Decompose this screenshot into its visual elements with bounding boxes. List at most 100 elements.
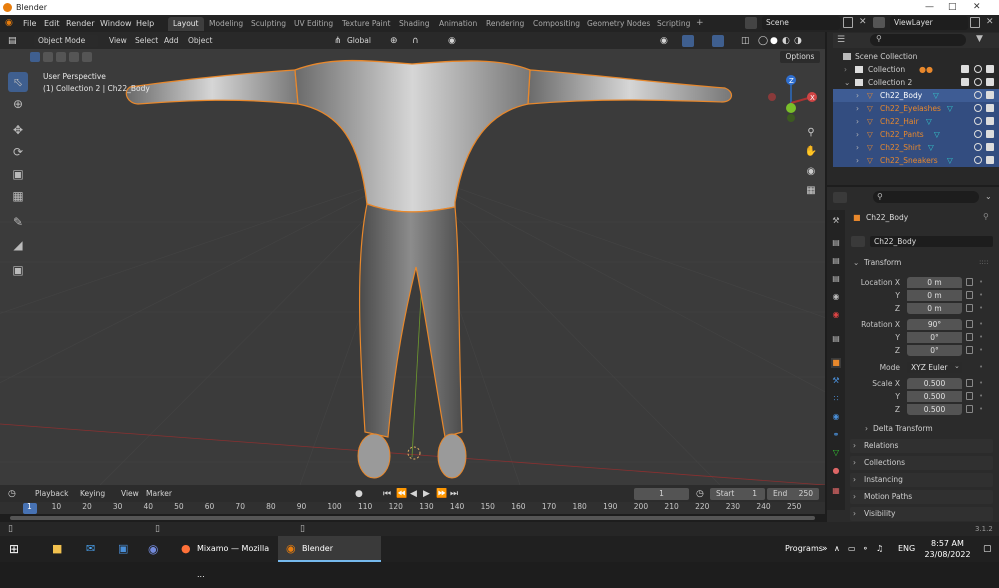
keyframe-dot-icon[interactable]: • — [979, 363, 983, 371]
rotate-tool[interactable]: ⟳ — [8, 142, 28, 162]
wireframe-shading-icon[interactable]: ◯ — [758, 35, 768, 47]
material-tab-icon[interactable]: ● — [831, 466, 841, 476]
scale-z-field[interactable]: 0.500 — [907, 404, 962, 415]
eye-icon[interactable] — [974, 104, 982, 112]
outliner-row-collection[interactable]: › Collection ●● — [833, 63, 999, 76]
programs-toolbar[interactable]: Programs — [785, 536, 823, 562]
options-dropdown[interactable]: Options — [780, 51, 820, 63]
scene-icon[interactable] — [745, 17, 757, 29]
lock-icon[interactable] — [966, 278, 973, 286]
eye-icon[interactable] — [974, 156, 982, 164]
tab-compositing[interactable]: Compositing — [528, 17, 585, 31]
rotation-z-field[interactable]: 0° — [907, 345, 962, 356]
navigation-gizmo[interactable]: Z X — [760, 72, 822, 134]
scale-tool[interactable]: ▣ — [8, 164, 28, 184]
pan-hand-icon[interactable]: ✋ — [803, 146, 819, 162]
location-x-field[interactable]: 0 m — [907, 277, 962, 288]
delete-scene-icon[interactable]: ✕ — [859, 17, 867, 27]
scrollbar-thumb[interactable] — [10, 516, 815, 520]
expand-arrow-icon[interactable]: › — [856, 115, 859, 128]
gizmo-neg-x-icon[interactable] — [768, 93, 776, 101]
tab-uv-editing[interactable]: UV Editing — [289, 17, 338, 31]
render-camera-icon[interactable] — [986, 156, 994, 164]
measure-tool[interactable]: ◢ — [8, 235, 28, 255]
notification-icon[interactable]: ▢ — [983, 536, 992, 562]
ortho-grid-icon[interactable]: ▦ — [803, 185, 819, 201]
clock-icon[interactable]: ◷ — [696, 488, 704, 500]
menu-playback[interactable]: Playback — [35, 488, 68, 500]
snap-icon[interactable]: ∩ — [412, 35, 419, 47]
keyframe-dot-icon[interactable]: • — [979, 320, 983, 328]
pants-mesh[interactable] — [358, 203, 463, 438]
render-camera-icon[interactable] — [986, 104, 994, 112]
keyframe-dot-icon[interactable]: • — [979, 333, 983, 341]
render-camera-icon[interactable] — [986, 78, 994, 86]
pin-icon[interactable]: ⚲ — [983, 212, 989, 221]
lock-icon[interactable] — [966, 405, 973, 413]
play-reverse-icon[interactable]: ◀ — [410, 488, 417, 500]
menu-render[interactable]: Render — [66, 19, 94, 28]
motion-paths-panel-header[interactable]: › Motion Paths — [850, 490, 993, 504]
language-indicator[interactable]: ENG — [898, 536, 915, 562]
tab-sculpting[interactable]: Sculpting — [246, 17, 291, 31]
eye-icon[interactable] — [974, 130, 982, 138]
material-shading-icon[interactable]: ◐ — [782, 35, 790, 47]
menu-marker[interactable]: Marker — [146, 488, 172, 500]
jump-start-icon[interactable]: ⏮ — [383, 488, 391, 500]
transform-orientation-icon[interactable]: ⋔ — [334, 35, 342, 47]
location-y-field[interactable]: 0 m — [907, 290, 962, 301]
add-cube-tool[interactable]: ▣ — [8, 260, 28, 280]
close-icon[interactable]: ✕ — [973, 2, 981, 12]
viewlayer-icon[interactable] — [873, 17, 885, 28]
tab-rendering[interactable]: Rendering — [481, 17, 529, 31]
render-camera-icon[interactable] — [986, 143, 994, 151]
keyframe-dot-icon[interactable]: • — [979, 346, 983, 354]
outliner-search-input[interactable] — [870, 34, 966, 46]
tab-layout[interactable]: Layout — [168, 17, 204, 31]
keyframe-dot-icon[interactable]: • — [979, 278, 983, 286]
lock-icon[interactable] — [966, 333, 973, 341]
texture-tab-icon[interactable]: ▦ — [831, 486, 841, 496]
transform-panel-header[interactable]: ⌄ Transform — [850, 256, 993, 270]
overlay-toggle-icon[interactable] — [712, 35, 724, 47]
keyframe-dot-icon[interactable]: • — [979, 379, 983, 387]
instancing-panel-header[interactable]: › Instancing — [850, 473, 993, 487]
collection-checkbox[interactable] — [961, 78, 969, 86]
collapse-arrow-icon[interactable]: ⌄ — [844, 76, 850, 89]
outliner-row-ch22-sneakers[interactable]: › ▽ Ch22_Sneakers ▽ — [833, 154, 999, 167]
shirt-mesh[interactable] — [294, 59, 531, 213]
render-camera-icon[interactable] — [986, 117, 994, 125]
discord-icon[interactable]: ◉ — [148, 536, 158, 562]
menu-window[interactable]: Window — [100, 19, 132, 28]
outliner-row-ch22-hair[interactable]: › ▽ Ch22_Hair ▽ — [833, 115, 999, 128]
select-new-icon[interactable] — [30, 52, 40, 62]
eye-icon[interactable] — [974, 78, 982, 86]
viewlayer-selector[interactable]: ViewLayer — [890, 16, 968, 30]
eye-icon[interactable] — [974, 143, 982, 151]
jump-end-icon[interactable]: ⏭ — [450, 488, 458, 500]
3d-viewport[interactable]: ▤ Object Mode View Select Add Object ⋔ G… — [0, 32, 825, 485]
taskbar-app-icon[interactable]: ▣ — [118, 536, 128, 562]
timeline-scrollbar[interactable] — [0, 514, 825, 522]
right-sneaker[interactable] — [437, 433, 467, 479]
solid-shading-icon[interactable]: ● — [770, 35, 778, 47]
tray-overflow-icon[interactable]: ∧ — [834, 536, 840, 562]
location-z-field[interactable]: 0 m — [907, 303, 962, 314]
wifi-icon[interactable]: ⚬ — [862, 536, 869, 562]
start-frame-field[interactable]: Start 1 — [710, 488, 765, 500]
lock-icon[interactable] — [966, 392, 973, 400]
outliner-row-ch22-body[interactable]: › ▽ Ch22_Body ▽ — [833, 89, 999, 102]
proportional-edit-icon[interactable]: ◉ — [448, 35, 456, 47]
lock-icon[interactable] — [966, 320, 973, 328]
expand-arrow-icon[interactable]: › — [856, 154, 859, 167]
minimize-icon[interactable]: — — [925, 2, 934, 12]
gizmo-neg-y-icon[interactable] — [787, 114, 795, 122]
eye-icon[interactable] — [974, 117, 982, 125]
outliner-row-ch22-eyelashes[interactable]: › ▽ Ch22_Eyelashes ▽ — [833, 102, 999, 115]
expand-arrow-icon[interactable]: › — [856, 141, 859, 154]
select-invert-icon[interactable] — [69, 52, 79, 62]
cursor-tool[interactable]: ⊕ — [8, 94, 28, 114]
menu-view[interactable]: View — [109, 35, 127, 47]
editor-type-icon[interactable]: ▤ — [8, 35, 17, 47]
tab-geometry-nodes[interactable]: Geometry Nodes — [582, 17, 655, 31]
